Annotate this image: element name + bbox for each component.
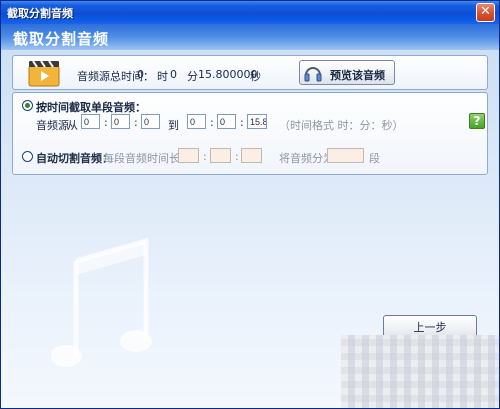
title-bar[interactable]: 截取分割音频 ✕ bbox=[1, 1, 499, 24]
segment-seconds-field[interactable] bbox=[241, 148, 262, 163]
split-count-field[interactable] bbox=[327, 148, 364, 163]
video-clapper-icon bbox=[28, 60, 60, 87]
radio-time-range[interactable] bbox=[22, 100, 33, 111]
duration-minutes: 0 bbox=[170, 68, 177, 81]
preview-audio-button[interactable]: 预览该音频 bbox=[299, 60, 395, 85]
duration-seconds-unit: 秒 bbox=[250, 70, 261, 83]
dialog-window: 截取分割音频 ✕ 截取分割音频 音频源总时间： 0 时 0 分 15.80000… bbox=[0, 0, 500, 409]
split-count-label: 将音频分为 bbox=[279, 152, 334, 165]
segment-hours-field[interactable] bbox=[178, 148, 199, 163]
to-hours-field[interactable] bbox=[187, 114, 206, 129]
from-sep-1: : bbox=[104, 116, 108, 129]
to-sep-1: : bbox=[210, 116, 214, 129]
headphones-icon bbox=[304, 67, 322, 82]
to-sep-2: : bbox=[240, 116, 244, 129]
segment-sep-2: : bbox=[235, 150, 239, 163]
close-button[interactable]: ✕ bbox=[476, 3, 495, 22]
pixelated-overlay bbox=[341, 335, 499, 408]
split-count-unit: 段 bbox=[369, 152, 380, 165]
from-minutes-field[interactable] bbox=[111, 114, 130, 129]
time-format-hint: （时间格式 时：分：秒） bbox=[279, 119, 404, 132]
to-seconds-field[interactable] bbox=[247, 114, 267, 129]
duration-minutes-unit: 分 bbox=[187, 70, 198, 83]
auto-split-label[interactable]: 自动切割音频： bbox=[36, 150, 113, 166]
music-note-watermark-icon bbox=[51, 237, 152, 367]
options-panel: 按时间截取单段音频： 音频源 从 : : 到 : : （时间格式 时：分：秒） … bbox=[12, 92, 488, 175]
help-icon[interactable]: ? bbox=[469, 113, 485, 129]
from-hours-field[interactable] bbox=[81, 114, 100, 129]
from-seconds-field[interactable] bbox=[141, 114, 160, 129]
duration-hours-unit: 时 bbox=[157, 70, 168, 83]
from-sep-2: : bbox=[134, 116, 138, 129]
radio-auto-split[interactable] bbox=[22, 151, 33, 162]
preview-audio-label: 预览该音频 bbox=[330, 69, 385, 82]
page-title: 截取分割音频 bbox=[13, 30, 110, 48]
segment-minutes-field[interactable] bbox=[210, 148, 231, 163]
duration-seconds: 15.800000 bbox=[198, 68, 258, 81]
header-band: 截取分割音频 bbox=[1, 24, 499, 50]
source-label: 音频源 bbox=[36, 119, 69, 132]
duration-hours: 0 bbox=[137, 68, 144, 81]
segment-sep-1: : bbox=[203, 150, 207, 163]
source-info-panel: 音频源总时间： 0 时 0 分 15.800000 秒 预览该音频 bbox=[12, 55, 488, 90]
from-label: 从 bbox=[67, 119, 78, 132]
time-range-label[interactable]: 按时间截取单段音频： bbox=[36, 99, 146, 115]
window-title: 截取分割音频 bbox=[7, 7, 73, 20]
to-label: 到 bbox=[168, 119, 179, 132]
to-minutes-field[interactable] bbox=[217, 114, 236, 129]
